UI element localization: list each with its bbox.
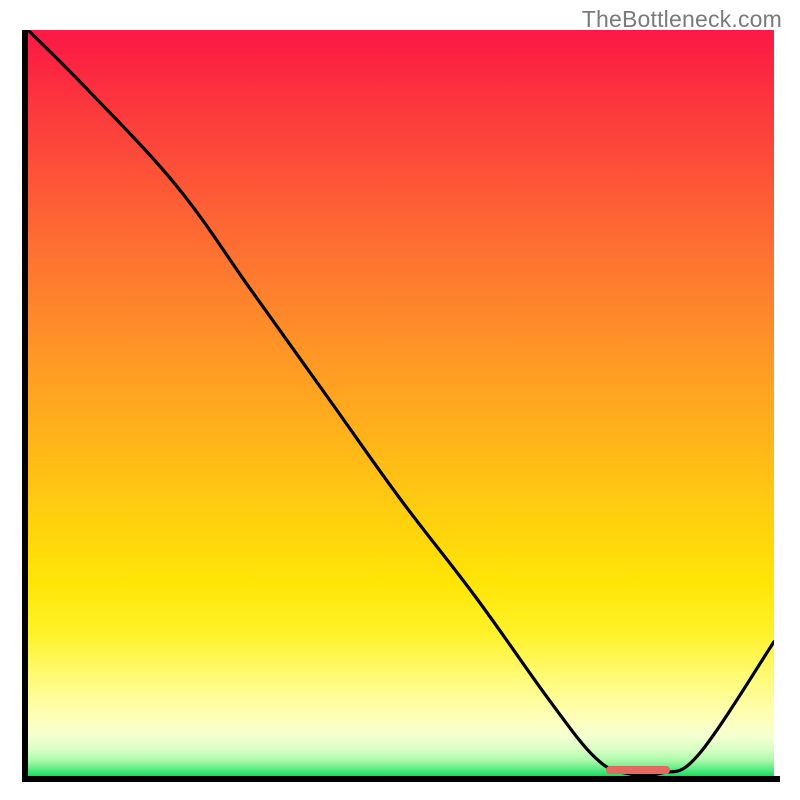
chart-container: TheBottleneck.com (0, 0, 800, 800)
x-axis (22, 776, 780, 782)
watermark-text: TheBottleneck.com (582, 6, 782, 33)
bottleneck-curve (28, 30, 774, 776)
y-axis (22, 30, 28, 782)
optimal-zone-marker (606, 766, 669, 774)
